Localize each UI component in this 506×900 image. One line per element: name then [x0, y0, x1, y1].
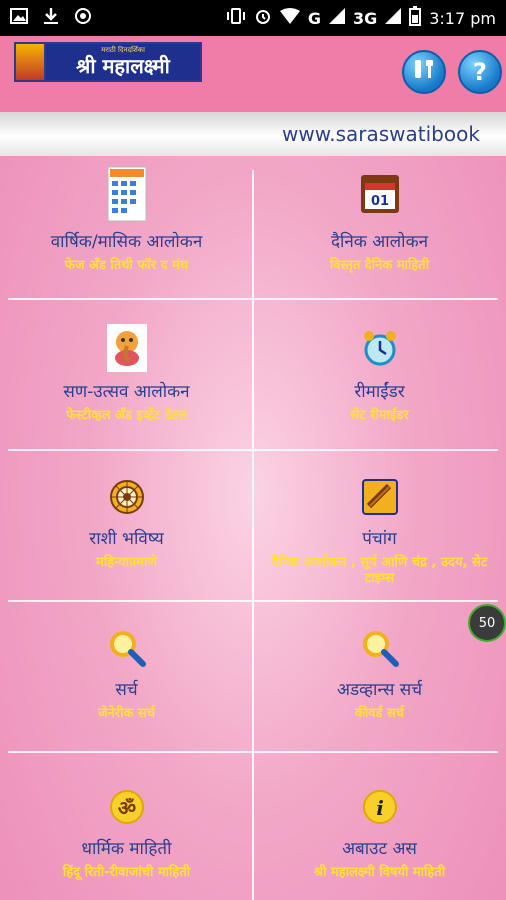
- floating-counter-badge[interactable]: 50: [468, 604, 506, 642]
- download-icon: [42, 7, 60, 29]
- wifi-icon: [279, 8, 300, 28]
- grid-horizontal-divider: [8, 449, 498, 451]
- calendar-grid-icon: [105, 166, 149, 222]
- logo-tagline: मराठी दिनदर्शिका: [101, 46, 145, 54]
- menu-item-title: राशी भविष्य: [89, 529, 164, 549]
- menu-item-subtitle: महिन्याप्रमाणे: [96, 555, 157, 570]
- grid-horizontal-divider: [8, 298, 498, 300]
- deity-icon: [16, 44, 46, 80]
- menu-item-subtitle: जेनेरीक सर्च: [97, 706, 156, 721]
- signal-icon: [328, 8, 345, 28]
- menu-item-search[interactable]: सर्च जेनेरीक सर्च: [0, 606, 253, 757]
- menu-item-title: धार्मिक माहिती: [81, 839, 172, 859]
- badge-count: 50: [478, 615, 496, 631]
- menu-item-title: सण-उत्सव आलोकन: [63, 382, 190, 402]
- network-label: G: [307, 8, 321, 28]
- menu-item-festivals[interactable]: सण-उत्सव आलोकन फेस्टीव्हल अँड इव्हेंट डे…: [0, 304, 253, 455]
- settings-button[interactable]: [402, 50, 446, 94]
- om-icon: ॐ: [105, 785, 149, 829]
- menu-item-subtitle: कीवर्ड सर्च: [354, 706, 405, 721]
- menu-item-daily[interactable]: 01 दैनिक आलोकन विस्तृत दैनिक माहिती: [253, 156, 506, 304]
- help-icon: ?: [473, 58, 487, 86]
- record-icon: [74, 7, 92, 29]
- menu-item-subtitle: हिंदू रिती-रीवाजांची माहिती: [62, 865, 191, 880]
- help-button[interactable]: ?: [458, 50, 502, 94]
- menu-item-subtitle: दैनिक आलोकन , सूर्य आणि चंद्र , उदय, सेट…: [271, 555, 488, 586]
- menu-item-about-us[interactable]: i अबाउट अस श्री महालक्ष्मी विषयी माहिती: [253, 757, 506, 900]
- app-logo: मराठी दिनदर्शिका श्री महालक्ष्मी: [14, 42, 202, 82]
- svg-text:ॐ: ॐ: [117, 796, 135, 820]
- menu-item-title: दैनिक आलोकन: [330, 232, 429, 252]
- info-icon: i: [358, 785, 402, 829]
- menu-item-subtitle: फेस्टीव्हल अँड इव्हेंट डेटस: [66, 408, 187, 423]
- grid-vertical-divider: [252, 170, 254, 900]
- url-banner[interactable]: www.saraswatibook: [0, 112, 506, 156]
- app-header: मराठी दिनदर्शिका श्री महालक्ष्मी ?: [0, 36, 506, 112]
- logo-title: श्री महालक्ष्मी: [76, 54, 170, 78]
- alarm-clock-icon: [358, 324, 402, 372]
- daily-calendar-icon: 01: [358, 166, 402, 222]
- zodiac-wheel-icon: [105, 475, 149, 519]
- menu-item-title: अबाउट अस: [342, 839, 417, 859]
- status-bar: G 3G 3:17 pm: [0, 0, 506, 36]
- tools-icon: [411, 56, 437, 88]
- menu-item-subtitle: सेट रीमाईंडर: [350, 408, 409, 423]
- battery-icon: [409, 6, 422, 30]
- advanced-search-icon: [358, 626, 402, 670]
- menu-item-title: पंचांग: [362, 529, 397, 549]
- alarm-icon: [254, 7, 272, 29]
- menu-item-panchang[interactable]: पंचांग दैनिक आलोकन , सूर्य आणि चंद्र , उ…: [253, 455, 506, 606]
- menu-item-reminder[interactable]: रीमाईंडर सेट रीमाईंडर: [253, 304, 506, 455]
- panchang-scroll-icon: [358, 475, 402, 519]
- menu-item-subtitle: विस्तृत दैनिक माहिती: [329, 258, 430, 273]
- grid-horizontal-divider: [8, 751, 498, 753]
- svg-text:i: i: [376, 796, 384, 820]
- menu-item-yearly-monthly[interactable]: वार्षिक/मासिक आलोकन फेज अँड तिथी फॉर द म…: [0, 156, 253, 304]
- menu-item-title: रीमाईंडर: [354, 382, 405, 402]
- menu-item-horoscope[interactable]: राशी भविष्य महिन्याप्रमाणे: [0, 455, 253, 606]
- svg-text:01: 01: [370, 194, 388, 209]
- menu-item-title: सर्च: [115, 680, 138, 700]
- url-text: www.saraswatibook: [282, 122, 480, 146]
- vibrate-icon: [226, 7, 246, 29]
- ganesha-icon: [106, 324, 147, 372]
- menu-item-religious-info[interactable]: ॐ धार्मिक माहिती हिंदू रिती-रीवाजांची मा…: [0, 757, 253, 900]
- menu-item-subtitle: श्री महालक्ष्मी विषयी माहिती: [313, 865, 446, 880]
- network-label-2: 3G: [352, 8, 378, 28]
- menu-item-subtitle: फेज अँड तिथी फॉर द मंथ: [64, 258, 189, 273]
- grid-horizontal-divider: [8, 600, 498, 602]
- search-icon: [105, 626, 149, 670]
- clock-time: 3:17 pm: [429, 8, 496, 28]
- signal-icon-2: [385, 8, 402, 28]
- menu-item-title: अडव्हान्स सर्च: [336, 680, 423, 700]
- menu-item-title: वार्षिक/मासिक आलोकन: [50, 232, 203, 252]
- gallery-icon: [10, 7, 28, 29]
